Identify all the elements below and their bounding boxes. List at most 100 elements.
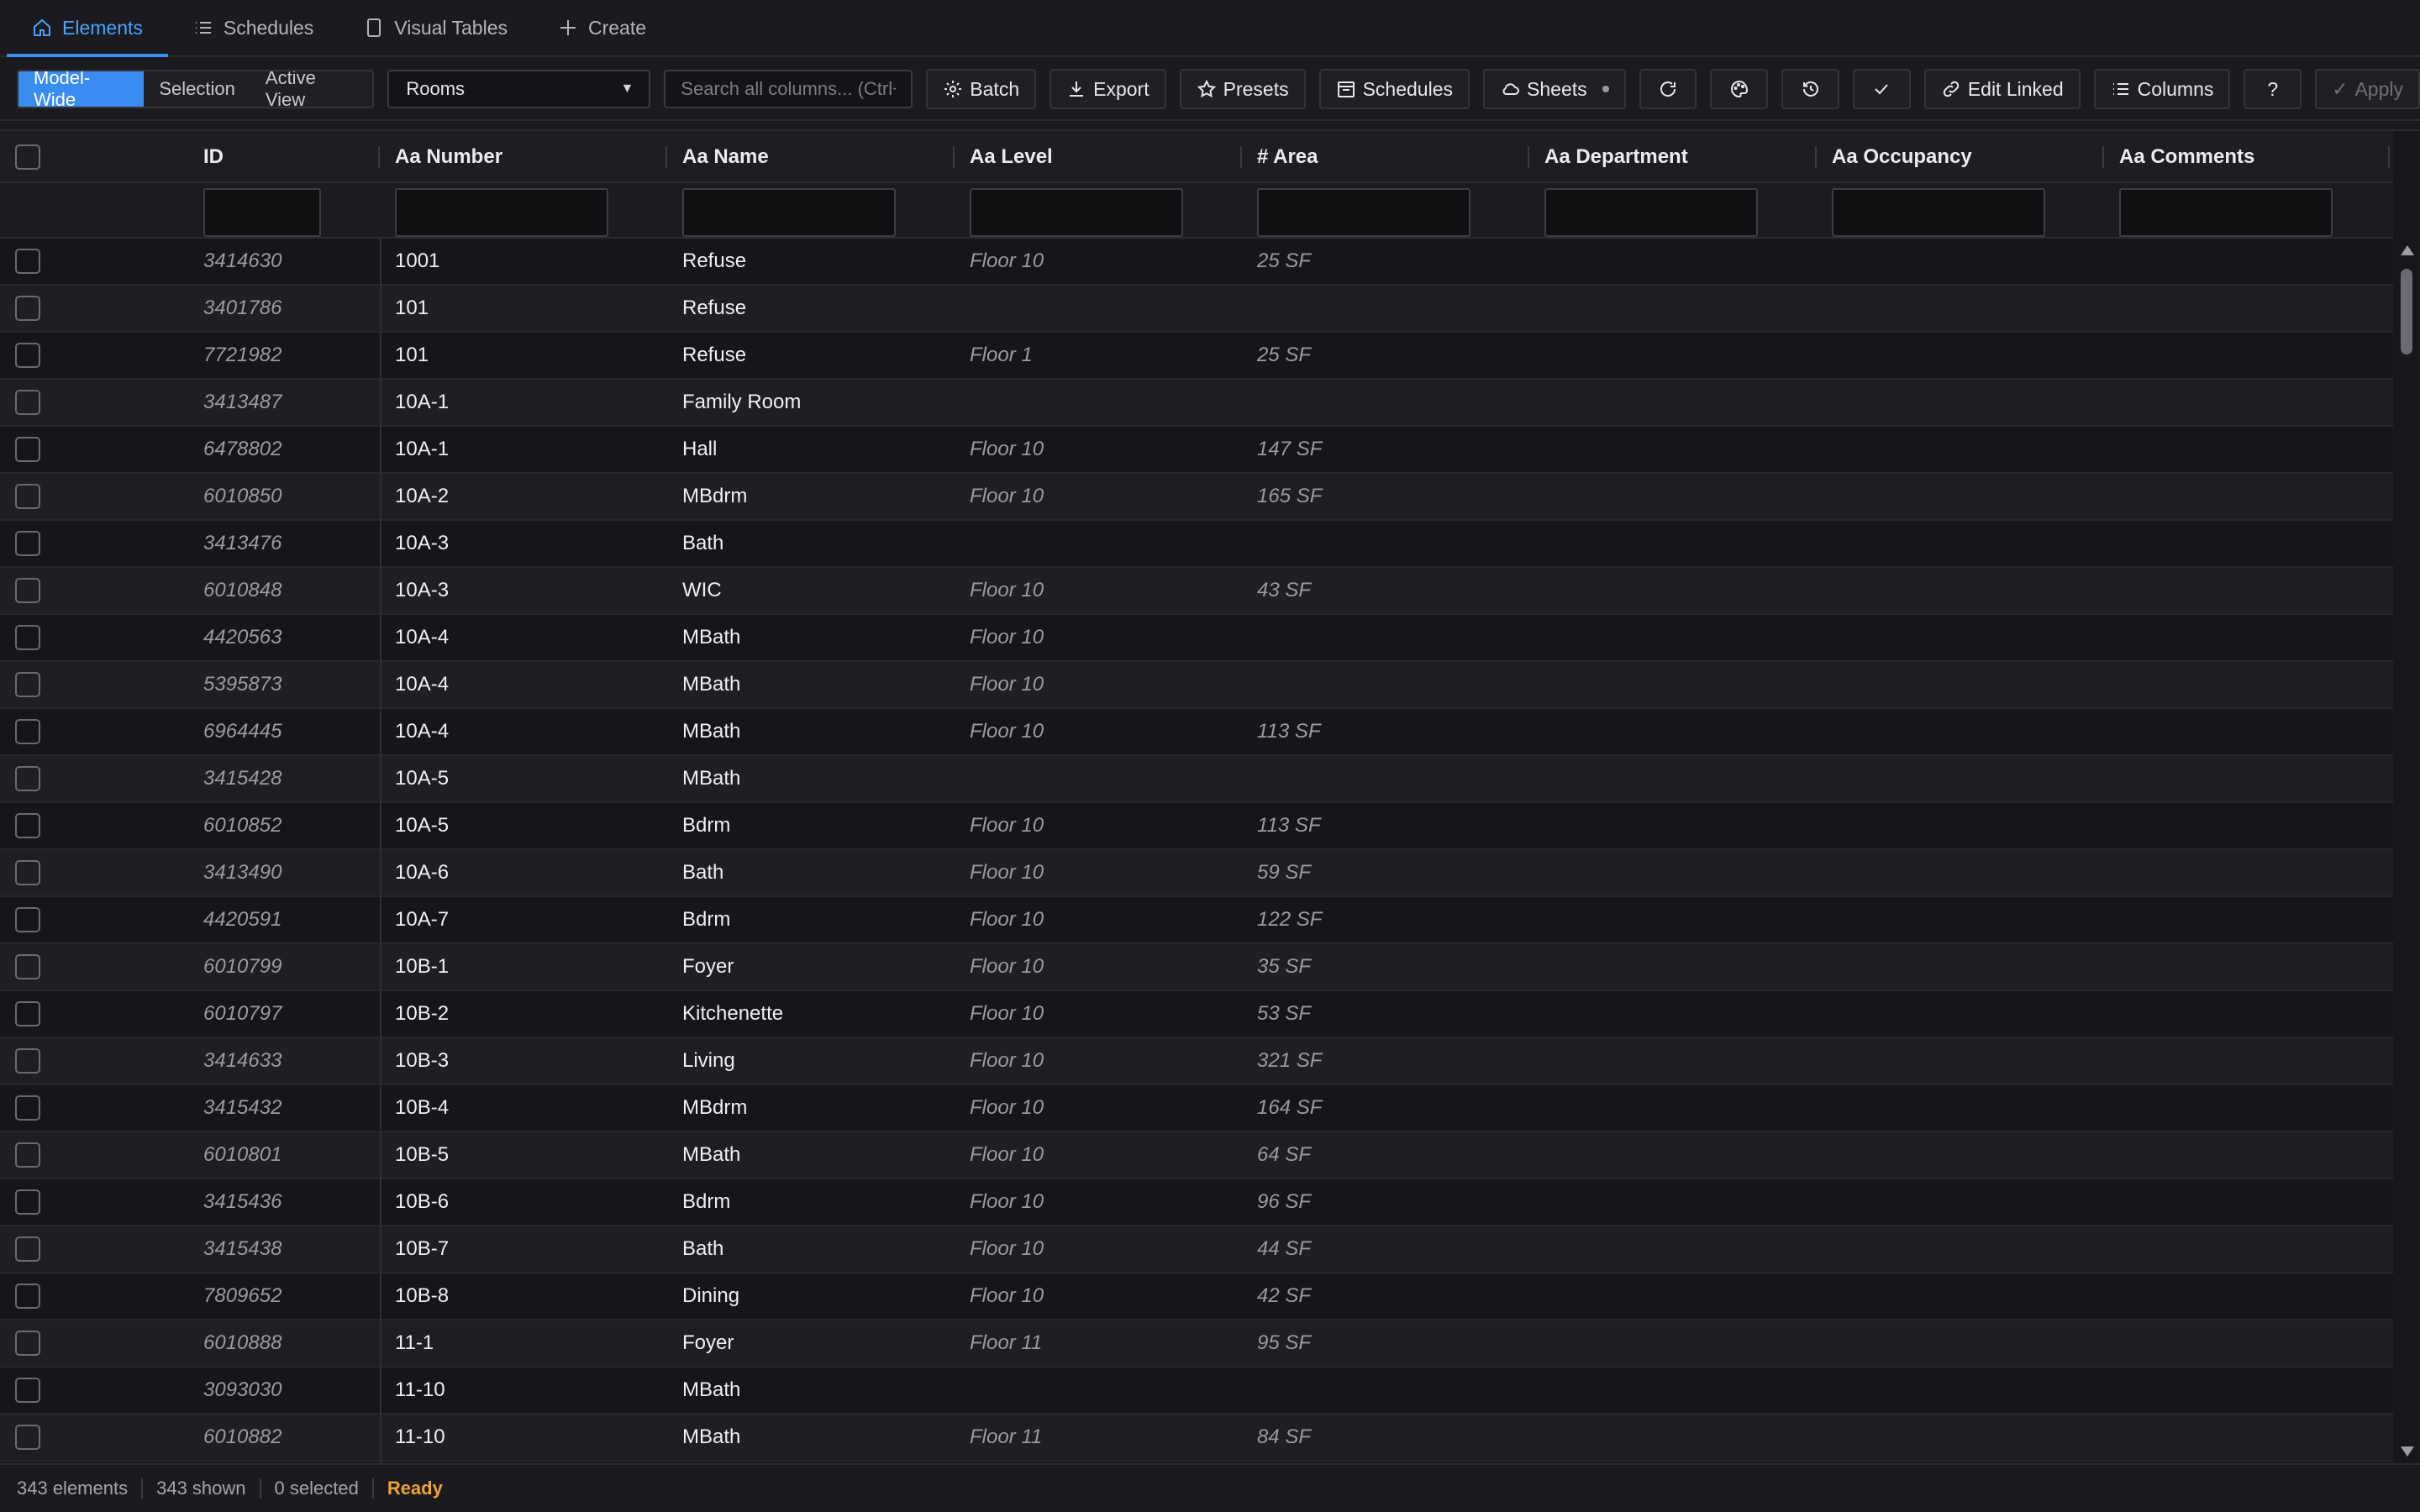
cell-id[interactable]: 6010888 <box>203 1320 281 1366</box>
cell-area[interactable]: 84 SF <box>1257 1415 1311 1460</box>
cell-name[interactable]: MBath <box>682 1368 740 1413</box>
table-row[interactable]: 3413490 10A-6 Bath Floor 10 59 SF <box>0 850 2393 897</box>
cell-name[interactable]: Bdrm <box>682 1179 730 1225</box>
cell-name[interactable]: Bath <box>682 1226 723 1272</box>
cell-name[interactable]: Refuse <box>682 286 746 331</box>
row-checkbox[interactable] <box>15 907 40 932</box>
row-checkbox[interactable] <box>15 1095 40 1121</box>
table-row[interactable]: 6478802 10A-1 Hall Floor 10 147 SF <box>0 427 2393 474</box>
filter-input-area[interactable] <box>1257 188 1470 237</box>
cell-level[interactable]: Floor 10 <box>970 615 1044 660</box>
row-checkbox[interactable] <box>15 1236 40 1262</box>
cell-id[interactable]: 5395873 <box>203 662 281 707</box>
history-button[interactable] <box>1781 69 1840 109</box>
row-checkbox[interactable] <box>15 1048 40 1074</box>
cell-area[interactable]: 96 SF <box>1257 1179 1311 1225</box>
cell-area[interactable]: 321 SF <box>1257 1038 1322 1084</box>
cell-id[interactable]: 3415436 <box>203 1179 281 1225</box>
cell-id[interactable]: 6010850 <box>203 474 281 519</box>
cell-id[interactable]: 6010882 <box>203 1415 281 1460</box>
cell-area[interactable]: 165 SF <box>1257 474 1322 519</box>
cell-id[interactable]: 4420563 <box>203 615 281 660</box>
cell-number[interactable]: 10A-5 <box>395 803 449 848</box>
validate-button[interactable] <box>1853 69 1911 109</box>
cell-area[interactable]: 95 SF <box>1257 1320 1311 1366</box>
cell-number[interactable]: 10A-7 <box>395 897 449 942</box>
column-header-level[interactable]: Aa Level <box>970 131 1053 183</box>
cell-name[interactable]: Refuse <box>682 333 746 378</box>
category-select[interactable]: Rooms ▼ <box>387 70 651 108</box>
batch-button[interactable]: Batch <box>926 69 1037 109</box>
row-checkbox[interactable] <box>15 1425 40 1450</box>
scope-active-view-button[interactable]: Active View <box>250 71 373 107</box>
column-resize-handle[interactable] <box>2388 146 2390 168</box>
cell-number[interactable]: 11-10 <box>395 1415 445 1460</box>
table-row[interactable]: 7809652 10B-8 Dining Floor 10 42 SF <box>0 1273 2393 1320</box>
cell-name[interactable]: MBdrm <box>682 474 747 519</box>
scrollbar-thumb[interactable] <box>2401 269 2412 354</box>
cell-number[interactable]: 10B-5 <box>395 1132 449 1178</box>
cell-name[interactable]: Kitchenette <box>682 991 783 1037</box>
cell-number[interactable]: 10B-3 <box>395 1038 449 1084</box>
row-checkbox[interactable] <box>15 766 40 791</box>
cell-id[interactable]: 3414633 <box>203 1038 281 1084</box>
column-header-id[interactable]: ID <box>203 131 224 183</box>
row-checkbox[interactable] <box>15 625 40 650</box>
cell-area[interactable]: 25 SF <box>1257 333 1311 378</box>
column-resize-handle[interactable] <box>1240 146 1242 168</box>
table-row[interactable]: 6010888 11-1 Foyer Floor 11 95 SF <box>0 1320 2393 1368</box>
cell-number[interactable]: 10B-1 <box>395 944 449 990</box>
cell-id[interactable]: 3413490 <box>203 850 281 895</box>
cell-area[interactable]: 147 SF <box>1257 427 1322 472</box>
table-row[interactable]: 3415428 10A-5 MBath <box>0 756 2393 803</box>
cell-level[interactable]: Floor 10 <box>970 239 1044 284</box>
tab-schedules[interactable]: Schedules <box>168 0 339 55</box>
table-row[interactable]: 6010801 10B-5 MBath Floor 10 64 SF <box>0 1132 2393 1179</box>
row-checkbox[interactable] <box>15 1001 40 1026</box>
cell-level[interactable]: Floor 10 <box>970 1038 1044 1084</box>
cell-level[interactable]: Floor 10 <box>970 1273 1044 1319</box>
cell-id[interactable]: 6478802 <box>203 427 281 472</box>
column-resize-handle[interactable] <box>378 146 380 168</box>
cell-level[interactable]: Floor 10 <box>970 944 1044 990</box>
cell-id[interactable]: 6010801 <box>203 1132 281 1178</box>
cell-level[interactable]: Floor 10 <box>970 1085 1044 1131</box>
row-checkbox[interactable] <box>15 531 40 556</box>
cell-number[interactable]: 10B-4 <box>395 1085 449 1131</box>
cell-level[interactable]: Floor 10 <box>970 897 1044 942</box>
cell-level[interactable]: Floor 10 <box>970 991 1044 1037</box>
cell-name[interactable]: Hall <box>682 427 717 472</box>
cell-number[interactable]: 10A-4 <box>395 709 449 754</box>
cell-area[interactable]: 113 SF <box>1257 709 1321 754</box>
column-resize-handle[interactable] <box>2102 146 2104 168</box>
filter-input-number[interactable] <box>395 188 608 237</box>
cell-level[interactable]: Floor 10 <box>970 709 1044 754</box>
cell-level[interactable]: Floor 1 <box>970 333 1033 378</box>
column-header-department[interactable]: Aa Department <box>1544 131 1688 183</box>
row-checkbox[interactable] <box>15 1189 40 1215</box>
cell-area[interactable]: 42 SF <box>1257 1273 1311 1319</box>
cell-name[interactable]: Living <box>682 1038 735 1084</box>
cell-level[interactable]: Floor 10 <box>970 474 1044 519</box>
filter-input-id[interactable] <box>203 188 321 237</box>
cell-level[interactable]: Floor 10 <box>970 1226 1044 1272</box>
scroll-down-icon[interactable] <box>2401 1446 2414 1457</box>
row-checkbox[interactable] <box>15 672 40 697</box>
cell-level[interactable]: Floor 10 <box>970 1179 1044 1225</box>
cell-number[interactable]: 1001 <box>395 239 439 284</box>
cell-area[interactable]: 122 SF <box>1257 897 1322 942</box>
filter-input-level[interactable] <box>970 188 1183 237</box>
table-row[interactable]: 6010848 10A-3 WIC Floor 10 43 SF <box>0 568 2393 615</box>
column-resize-handle[interactable] <box>1815 146 1817 168</box>
cell-level[interactable]: Floor 10 <box>970 1132 1044 1178</box>
cell-number[interactable]: 10A-3 <box>395 521 449 566</box>
cell-number[interactable]: 11-1 <box>395 1320 434 1366</box>
cell-level[interactable]: Floor 10 <box>970 427 1044 472</box>
cell-id[interactable]: 3414630 <box>203 239 281 284</box>
table-row[interactable]: 6010799 10B-1 Foyer Floor 10 35 SF <box>0 944 2393 991</box>
presets-button[interactable]: Presets <box>1179 69 1306 109</box>
cell-area[interactable]: 164 SF <box>1257 1085 1322 1131</box>
table-row[interactable]: 3413476 10A-3 Bath <box>0 521 2393 568</box>
cell-level[interactable]: Floor 10 <box>970 850 1044 895</box>
row-checkbox[interactable] <box>15 1284 40 1309</box>
